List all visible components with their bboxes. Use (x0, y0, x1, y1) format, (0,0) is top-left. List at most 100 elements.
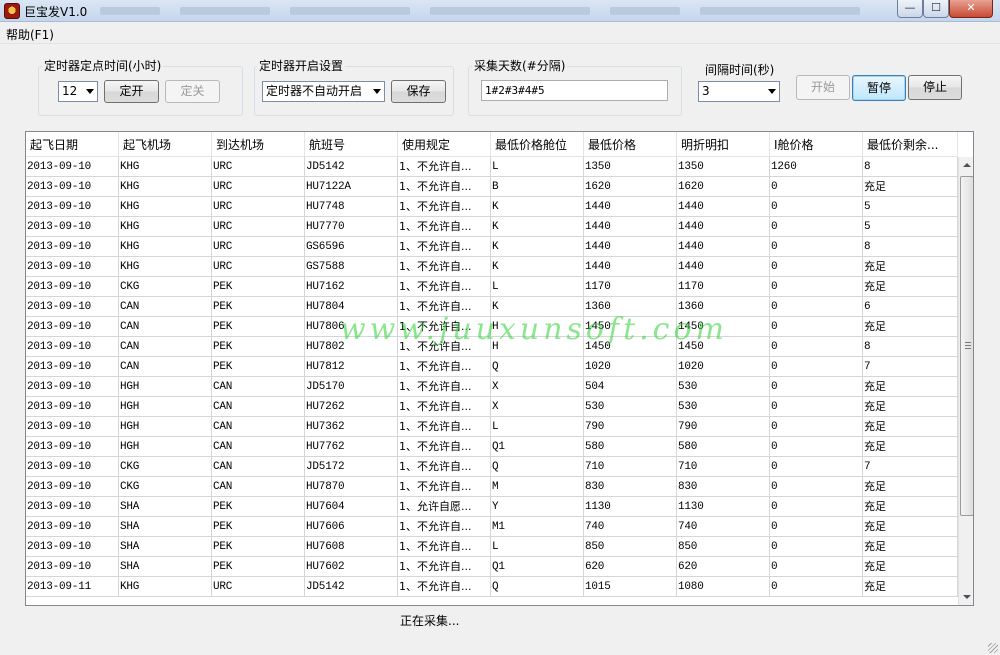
table-row[interactable]: 2013-09-10 CKG CAN HU7870 1、不允许自... M 830 830 0 充… (26, 477, 958, 497)
table-cell: HU7748 (305, 197, 398, 217)
table-cell: 0 (770, 177, 863, 197)
table-row[interactable]: 2013-09-10 KHG URC GS7588 1、不允许自... K 1440 1440… (26, 257, 958, 277)
table-row[interactable]: 2013-09-10 CAN PEK HU7812 1、不允许自... Q 1020 1020… (26, 357, 958, 377)
table-row[interactable]: 2013-09-10 KHG URC HU7122A 1、不允许自... B 1620 162… (26, 177, 958, 197)
table-row[interactable]: 2013-09-10 CKG PEK HU7162 1、不允许自... L 1170 1170… (26, 277, 958, 297)
column-header[interactable]: 使用规定 (398, 132, 491, 157)
table-cell: B (491, 177, 584, 197)
column-header[interactable]: 最低价格 (584, 132, 677, 157)
column-header[interactable]: 航班号 (305, 132, 398, 157)
table-row[interactable]: 2013-09-10 SHA PEK HU7606 1、不允许自... M1 740 740 0… (26, 517, 958, 537)
timer-on-button[interactable]: 定开 (104, 80, 159, 103)
table-cell: 充足 (863, 397, 958, 417)
hour-select[interactable]: 12 (58, 81, 98, 102)
table-cell: HU7162 (305, 277, 398, 297)
table-row[interactable]: 2013-09-10 KHG URC JD5142 1、不允许自... L 1350 1350… (26, 157, 958, 177)
table-cell: 充足 (863, 517, 958, 537)
timer-off-button[interactable]: 定关 (165, 80, 220, 103)
table-cell: PEK (212, 537, 305, 557)
menu-help[interactable]: 帮助(F1) (6, 26, 54, 43)
table-cell: 0 (770, 517, 863, 537)
minimize-button[interactable]: — (897, 0, 923, 18)
table-row[interactable]: 2013-09-10 HGH CAN HU7362 1、不允许自... L 790 790 0 充… (26, 417, 958, 437)
column-header[interactable]: 最低价格舱位 (491, 132, 584, 157)
table-row[interactable]: 2013-09-10 KHG URC GS6596 1、不允许自... K 1440 1440… (26, 237, 958, 257)
table-cell: 1130 (677, 497, 770, 517)
table-cell: KHG (119, 177, 212, 197)
interval-value: 3 (702, 84, 710, 98)
table-row[interactable]: 2013-09-10 SHA PEK HU7604 1、允许自愿... Y 1130 1130… (26, 497, 958, 517)
table-cell: 850 (677, 537, 770, 557)
column-header[interactable]: 最低价剩余... (863, 132, 958, 157)
scroll-thumb[interactable] (960, 176, 973, 516)
timer-start-label: 定时器开启设置 (257, 59, 346, 73)
column-header[interactable]: I舱价格 (770, 132, 863, 157)
table-cell: L (491, 277, 584, 297)
stop-button[interactable]: 停止 (908, 75, 962, 100)
column-header[interactable]: 起飞日期 (26, 132, 119, 157)
table-cell: 2013-09-10 (26, 357, 119, 377)
table-cell: KHG (119, 237, 212, 257)
table-cell: 1080 (677, 577, 770, 597)
table-cell: 1020 (584, 357, 677, 377)
table-cell: 1、不允许自... (398, 537, 491, 557)
table-cell: JD5142 (305, 157, 398, 177)
table-cell: CAN (119, 357, 212, 377)
vertical-scrollbar[interactable] (958, 157, 973, 605)
table-row[interactable]: 2013-09-10 CKG CAN JD5172 1、不允许自... Q 710 710 0 7 (26, 457, 958, 477)
table-row[interactable]: 2013-09-10 KHG URC HU7748 1、不允许自... K 1440 1440… (26, 197, 958, 217)
table-cell: K (491, 197, 584, 217)
table-cell: 1、不允许自... (398, 457, 491, 477)
table-cell: 2013-09-10 (26, 257, 119, 277)
table-cell: CAN (212, 397, 305, 417)
table-cell: K (491, 237, 584, 257)
table-cell: 2013-09-10 (26, 157, 119, 177)
table-cell: 1、不允许自... (398, 437, 491, 457)
column-header[interactable]: 到达机场 (212, 132, 305, 157)
resize-grip-icon[interactable] (988, 643, 998, 653)
pause-button[interactable]: 暂停 (852, 75, 906, 101)
table-cell: HU7606 (305, 517, 398, 537)
table-row[interactable]: 2013-09-10 KHG URC HU7770 1、不允许自... K 1440 1440… (26, 217, 958, 237)
maximize-button[interactable]: ☐ (923, 0, 949, 18)
table-cell: X (491, 397, 584, 417)
table-cell: 2013-09-10 (26, 297, 119, 317)
column-header[interactable]: 明折明扣 (677, 132, 770, 157)
timer-mode-value: 定时器不自动开启 (266, 84, 363, 98)
table-cell: 0 (770, 457, 863, 477)
timer-mode-select[interactable]: 定时器不自动开启 (262, 81, 385, 102)
table-cell: PEK (212, 517, 305, 537)
table-cell: CAN (212, 377, 305, 397)
table-cell: 2013-09-10 (26, 437, 119, 457)
table-cell: SHA (119, 557, 212, 577)
save-button[interactable]: 保存 (391, 80, 446, 103)
table-cell: GS6596 (305, 237, 398, 257)
table-cell: 2013-09-10 (26, 497, 119, 517)
table-row[interactable]: 2013-09-10 SHA PEK HU7602 1、不允许自... Q1 620 620 0… (26, 557, 958, 577)
scroll-down-icon[interactable] (959, 589, 973, 605)
flight-price-grid[interactable]: 起飞日期 起飞机场 到达机场 航班号 使用规定 最低价格舱位 最低价格 明折明扣 I舱价格 最低价… (25, 131, 974, 606)
table-cell: CAN (212, 477, 305, 497)
scroll-up-icon[interactable] (959, 157, 973, 174)
start-button[interactable]: 开始 (796, 75, 850, 100)
close-button[interactable]: ✕ (949, 0, 993, 18)
table-row[interactable]: 2013-09-10 HGH CAN HU7262 1、不允许自... X 530 530 0 充… (26, 397, 958, 417)
table-cell: HU7762 (305, 437, 398, 457)
table-row[interactable]: 2013-09-10 HGH CAN HU7762 1、不允许自... Q1 580 580 0… (26, 437, 958, 457)
column-header[interactable]: 起飞机场 (119, 132, 212, 157)
table-row[interactable]: 2013-09-11 KHG URC JD5142 1、不允许自... Q 1015 1080… (26, 577, 958, 597)
table-cell: 充足 (863, 277, 958, 297)
table-row[interactable]: 2013-09-10 HGH CAN JD5170 1、不允许自... X 504 530 0 充… (26, 377, 958, 397)
background-toolbar-ghost (610, 7, 680, 15)
interval-select[interactable]: 3 (698, 81, 780, 102)
table-cell: 0 (770, 537, 863, 557)
table-cell: 充足 (863, 537, 958, 557)
table-cell: L (491, 417, 584, 437)
table-row[interactable]: 2013-09-10 SHA PEK HU7608 1、不允许自... L 850 850 0 充… (26, 537, 958, 557)
table-cell: 2013-09-10 (26, 557, 119, 577)
collect-days-input[interactable]: 1#2#3#4#5 (481, 80, 668, 101)
table-cell: HGH (119, 377, 212, 397)
table-cell: CAN (119, 317, 212, 337)
table-cell: 1440 (677, 237, 770, 257)
table-cell: 2013-09-10 (26, 537, 119, 557)
